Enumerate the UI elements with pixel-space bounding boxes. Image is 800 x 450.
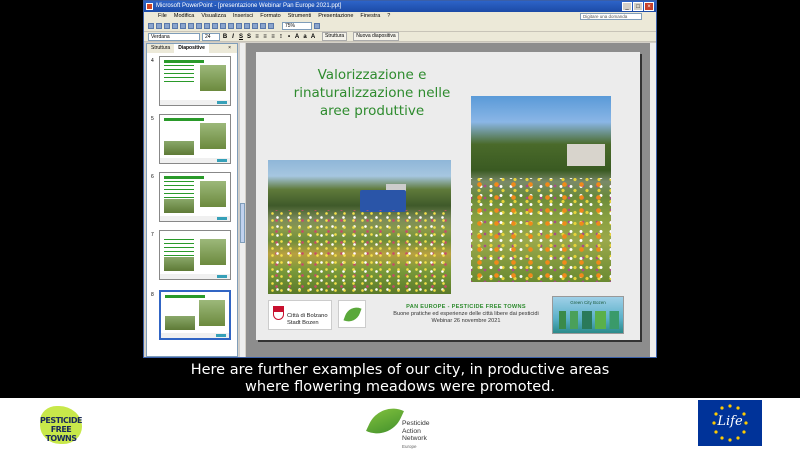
menu-finestra[interactable]: Finestra [360, 12, 380, 21]
bold-icon[interactable]: B [222, 34, 228, 40]
slide-thumbnail[interactable]: 6 [149, 172, 233, 224]
insert-chart-icon[interactable] [236, 23, 242, 29]
minimize-button[interactable]: _ [622, 2, 632, 11]
font-color-icon[interactable]: A [310, 34, 316, 40]
numbered-list-icon[interactable]: ⁝ [278, 34, 284, 40]
bolzano-logo: Città di Bolzano Stadt Bozen [268, 300, 332, 330]
green-city-logo: Green City Bozen [552, 296, 624, 334]
slide-editing-area: Valorizzazione e rinaturalizzazione nell… [246, 43, 650, 357]
eu-life-logo: Life [698, 400, 762, 446]
slide-number: 8 [151, 292, 154, 298]
close-window-button[interactable]: × [644, 2, 654, 11]
decrease-font-icon[interactable]: a [302, 34, 308, 40]
menu-presentazione[interactable]: Presentazione [318, 12, 353, 21]
pan-europe-logo: Pesticide Action Network Europe [366, 400, 448, 449]
insert-picture-icon[interactable] [252, 23, 258, 29]
standard-toolbar: 75% [144, 21, 656, 32]
menu-formato[interactable]: Formato [260, 12, 280, 21]
slide-thumbnail[interactable]: 5 [149, 114, 233, 166]
slide-canvas[interactable]: Valorizzazione e rinaturalizzazione nell… [256, 52, 640, 340]
formatting-toolbar: Verdana 24 B I S S ≡ ≡ ≡ ⁝ • A a A Strut… [144, 32, 656, 42]
save-icon[interactable] [164, 23, 170, 29]
powerpoint-app-icon [146, 3, 153, 10]
color-icon[interactable] [268, 23, 274, 29]
meadow-photo-truck[interactable] [268, 160, 451, 294]
menu-visualizza[interactable]: Visualizza [201, 12, 226, 21]
increase-font-icon[interactable]: A [294, 34, 300, 40]
slide-panel: Struttura Diapositive × 4 5 6 7 8 [146, 43, 238, 357]
leaf-logo-icon [338, 300, 366, 328]
scroll-thumb[interactable] [240, 203, 245, 243]
align-center-icon[interactable]: ≡ [262, 34, 268, 40]
thumbnail-image [159, 290, 231, 340]
slide-thumbnail[interactable]: 4 [149, 56, 233, 108]
cut-icon[interactable] [196, 23, 202, 29]
preview-icon[interactable] [180, 23, 186, 29]
print-icon[interactable] [172, 23, 178, 29]
window-controls: _ □ × [622, 2, 654, 11]
video-subtitle: Here are further examples of our city, i… [190, 362, 610, 395]
slide-number: 7 [151, 232, 154, 238]
spelling-icon[interactable] [188, 23, 194, 29]
paste-icon[interactable] [212, 23, 218, 29]
italic-icon[interactable]: I [230, 34, 236, 40]
align-right-icon[interactable]: ≡ [270, 34, 276, 40]
menu-bar: File Modifica Visualizza Inserisci Forma… [144, 12, 656, 21]
redo-icon[interactable] [228, 23, 234, 29]
help-icon[interactable] [314, 23, 320, 29]
menu-strumenti[interactable]: Strumenti [288, 12, 312, 21]
slide-number: 4 [151, 58, 154, 64]
window-title: Microsoft PowerPoint - [presentazione We… [156, 3, 342, 9]
open-file-icon[interactable] [156, 23, 162, 29]
meadow-photo-flowers[interactable] [471, 96, 611, 282]
new-file-icon[interactable] [148, 23, 154, 29]
panel-tabs: Struttura Diapositive × [147, 44, 237, 53]
new-slide-button[interactable]: Nuova diapositiva [353, 32, 399, 41]
pesticide-free-towns-logo: PESTICIDE FREE TOWNS [38, 404, 84, 448]
slide-thumbnail-selected[interactable]: 8 [149, 290, 233, 342]
thumbnail-image [159, 172, 231, 222]
slide-scrollbar[interactable] [650, 43, 656, 357]
help-search-input[interactable]: Digitare una domanda [580, 13, 642, 20]
font-family-select[interactable]: Verdana [148, 32, 200, 41]
align-left-icon[interactable]: ≡ [254, 34, 260, 40]
underline-icon[interactable]: S [238, 34, 244, 40]
panel-scrollbar[interactable] [239, 43, 245, 357]
slide-thumbnail[interactable]: 7 [149, 230, 233, 282]
zoom-select[interactable]: 75% [282, 22, 312, 30]
shadow-icon[interactable]: S [246, 34, 252, 40]
menu-file[interactable]: File [158, 12, 167, 21]
copy-icon[interactable] [204, 23, 210, 29]
close-panel-icon[interactable]: × [224, 44, 235, 53]
window-titlebar: Microsoft PowerPoint - [presentazione We… [144, 1, 656, 12]
menu-modifica[interactable]: Modifica [174, 12, 194, 21]
thumbnail-image [159, 56, 231, 106]
tab-outline[interactable]: Struttura [147, 44, 174, 53]
thumbnail-image [159, 230, 231, 280]
tab-slides[interactable]: Diapositive [174, 44, 209, 53]
thumbnail-image [159, 114, 231, 164]
bullet-list-icon[interactable]: • [286, 34, 292, 40]
slide-number: 5 [151, 116, 154, 122]
maximize-button[interactable]: □ [633, 2, 643, 11]
design-button[interactable]: Struttura [322, 32, 348, 41]
undo-icon[interactable] [220, 23, 226, 29]
pan-leaf-icon [366, 400, 404, 442]
insert-table-icon[interactable] [244, 23, 250, 29]
slide-title[interactable]: Valorizzazione e rinaturalizzazione nell… [272, 66, 472, 120]
slide-number: 6 [151, 174, 154, 180]
event-info: PAN EUROPE - PESTICIDE FREE TOWNS Buone … [393, 304, 539, 324]
font-size-select[interactable]: 24 [202, 32, 220, 41]
menu-help[interactable]: ? [387, 12, 390, 21]
powerpoint-window: Microsoft PowerPoint - [presentazione We… [143, 0, 657, 358]
menu-inserisci[interactable]: Inserisci [233, 12, 253, 21]
grid-icon[interactable] [260, 23, 266, 29]
city-crest-icon [273, 306, 284, 320]
